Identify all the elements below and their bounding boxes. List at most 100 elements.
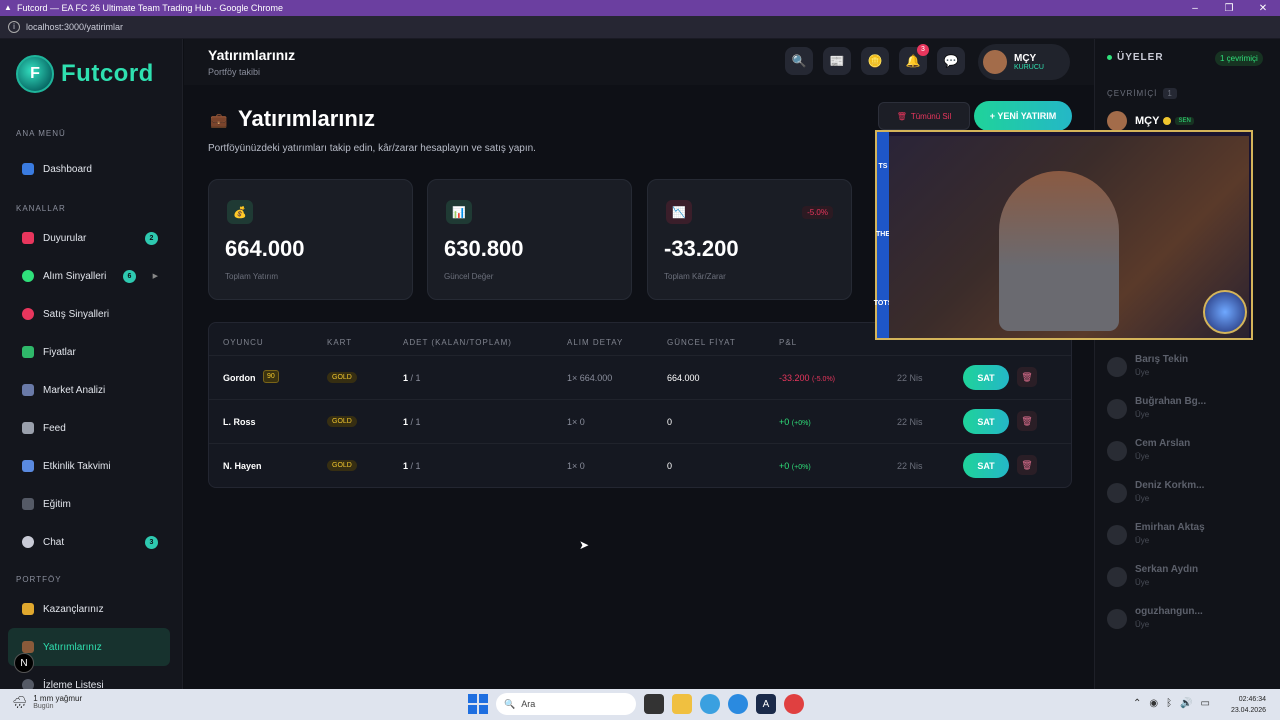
logo[interactable]: F Futcord [0, 39, 182, 109]
chrome-dev-icon[interactable] [700, 694, 720, 714]
network-icon[interactable]: ◉ [1149, 698, 1158, 709]
sidebar-item-feed[interactable]: Feed [0, 409, 182, 447]
mouse-cursor-icon: ➤ [579, 538, 590, 552]
nextjs-dev-indicator[interactable]: N [14, 653, 34, 673]
chrome-icon[interactable] [784, 694, 804, 714]
trophy-icon [22, 603, 34, 615]
notifications-button[interactable]: 🔔 3 [899, 44, 929, 75]
page-title: Yatırımlarınız [208, 47, 296, 63]
avatar [1107, 441, 1127, 461]
card-type-badge: GOLD [327, 372, 357, 383]
player-name[interactable]: Gordon [223, 373, 256, 383]
sidebar-item-fiyatlar[interactable]: Fiyatlar [0, 333, 182, 371]
maximize-button[interactable]: ❐ [1212, 3, 1246, 14]
card-type-badge: GOLD [327, 460, 357, 471]
sidebar-item-chat[interactable]: Chat 3 [0, 523, 182, 561]
coins-button[interactable]: 🪙 [861, 47, 889, 75]
minimize-button[interactable]: – [1178, 3, 1212, 14]
sidebar-item-label: Duyurular [43, 232, 87, 244]
clock-date: 23.04.2026 [1230, 707, 1266, 714]
battery-icon[interactable]: ▭ [1201, 698, 1210, 709]
member-name: MÇY [1135, 115, 1160, 127]
sidebar-item-satis-sinyalleri[interactable]: Satış Sinyalleri [0, 295, 182, 333]
avatar [983, 50, 1007, 74]
pnl-cell: +0 (+0%) [779, 417, 811, 427]
megaphone-icon [22, 232, 34, 244]
sidebar-item-etkinlik-takvimi[interactable]: Etkinlik Takvimi [0, 447, 182, 485]
player-name[interactable]: L. Ross [223, 417, 256, 427]
file-explorer-icon[interactable] [672, 694, 692, 714]
webcam-video [889, 136, 1249, 338]
player-name[interactable]: N. Hayen [223, 461, 262, 471]
member-name: Deniz Korkm... [1135, 480, 1205, 491]
delete-row-button[interactable]: 🗑 [1017, 367, 1037, 387]
column-header: ADET (KALAN/TOPLAM) [403, 338, 512, 347]
clock[interactable]: 02:46:34 23.04.2026 [1231, 694, 1266, 716]
avatar [1107, 525, 1127, 545]
current-price: 664.000 [667, 373, 700, 383]
section-title: Yatırımlarınız [238, 106, 375, 131]
member-self[interactable]: MÇY SEN [1107, 111, 1194, 131]
sidebar-item-label: Dashboard [43, 163, 92, 175]
windows-taskbar: 🌧 1 mm yağmur Bugün 🔍 Ara A ⌃ ◉ ᛒ 🔊 ▭ 02… [0, 689, 1280, 720]
sidebar-item-kazanclariniz[interactable]: Kazançlarınız [0, 590, 182, 628]
address-bar[interactable]: i localhost:3000/yatirimlar [0, 16, 1280, 39]
edge-icon[interactable] [728, 694, 748, 714]
stat-card-current-value: 📊 630.800 Güncel Değer [427, 179, 632, 300]
unread-badge: 6 [123, 269, 136, 283]
messages-button[interactable]: 💬 [937, 47, 965, 75]
sell-button[interactable]: SAT [963, 365, 1009, 390]
sidebar-item-egitim[interactable]: Eğitim [0, 485, 182, 523]
close-button[interactable]: ✕ [1246, 3, 1280, 14]
buy-detail: 1× 664.000 [567, 373, 613, 383]
top-header: Yatırımlarınız Portföy takibi 🔍 📰 🪙 🔔 3 … [184, 39, 1094, 85]
member-item[interactable]: Deniz Korkm... Üye [1107, 480, 1204, 503]
app-icon[interactable]: A [756, 694, 776, 714]
sidebar: F Futcord ANA MENÜ Dashboard KANALLAR Du… [0, 39, 183, 691]
news-button[interactable]: 📰 [823, 47, 851, 75]
member-item[interactable]: Cem Arslan Üye [1107, 438, 1190, 461]
taskbar-search[interactable]: 🔍 Ara [496, 693, 636, 715]
member-item[interactable]: oguzhangun... Üye [1107, 606, 1203, 629]
briefcase-icon: 💼 [210, 112, 228, 128]
member-item[interactable]: Barış Tekin Üye [1107, 354, 1188, 377]
chart-icon: 📊 [446, 200, 472, 224]
task-view-icon[interactable] [644, 694, 664, 714]
member-role: Üye [1135, 620, 1150, 629]
search-icon: 🔍 [791, 54, 807, 68]
member-item[interactable]: Serkan Aydın Üye [1107, 564, 1198, 587]
new-investment-button[interactable]: + YENİ YATIRIM [974, 101, 1072, 131]
windows-start-icon[interactable] [468, 694, 488, 714]
chevron-up-icon[interactable]: ⌃ [1133, 698, 1141, 709]
sidebar-item-duyurular[interactable]: Duyurular 2 [0, 219, 182, 257]
sidebar-item-market-analizi[interactable]: Market Analizi [0, 371, 182, 409]
member-item[interactable]: Emirhan Aktaş Üye [1107, 522, 1205, 545]
weather-widget[interactable]: 🌧 1 mm yağmur Bugün [12, 694, 82, 710]
volume-icon[interactable]: 🔊 [1180, 698, 1192, 709]
delete-all-button[interactable]: 🗑 Tümünü Sil [878, 102, 970, 130]
search-button[interactable]: 🔍 [785, 47, 813, 75]
member-name: Serkan Aydın [1135, 564, 1199, 575]
user-menu[interactable]: MÇY KURUCU [978, 44, 1070, 80]
chart-down-icon: 📉 [666, 200, 692, 224]
delete-row-button[interactable]: 🗑 [1017, 455, 1037, 475]
sell-button[interactable]: SAT [963, 409, 1009, 434]
member-item[interactable]: Buğrahan Bg... Üye [1107, 396, 1206, 419]
stat-label: Güncel Değer [444, 272, 494, 281]
sidebar-item-dashboard[interactable]: Dashboard [0, 150, 182, 188]
bluetooth-icon[interactable]: ᛒ [1166, 698, 1172, 709]
delete-row-button[interactable]: 🗑 [1017, 411, 1037, 431]
sidebar-item-label: Satış Sinyalleri [43, 308, 110, 320]
sell-button[interactable]: SAT [963, 453, 1009, 478]
info-icon[interactable]: i [8, 21, 20, 33]
system-tray: ⌃ ◉ ᛒ 🔊 ▭ [1133, 698, 1210, 709]
current-price: 0 [667, 417, 673, 427]
sidebar-item-alim-sinyalleri[interactable]: Alım Sinyalleri 6 ▶ [0, 257, 182, 295]
column-header: ALIM DETAY [567, 338, 624, 347]
section-description: Portföyünüzdeki yatırımları takip edin, … [208, 143, 536, 154]
quantity-cell: 1 / 1 [403, 373, 421, 383]
rating-badge: 90 [263, 370, 279, 383]
frame-emblem-icon [1203, 290, 1247, 334]
chevron-right-icon[interactable]: ▶ [153, 272, 158, 280]
url-text[interactable]: localhost:3000/yatirimlar [26, 22, 123, 32]
